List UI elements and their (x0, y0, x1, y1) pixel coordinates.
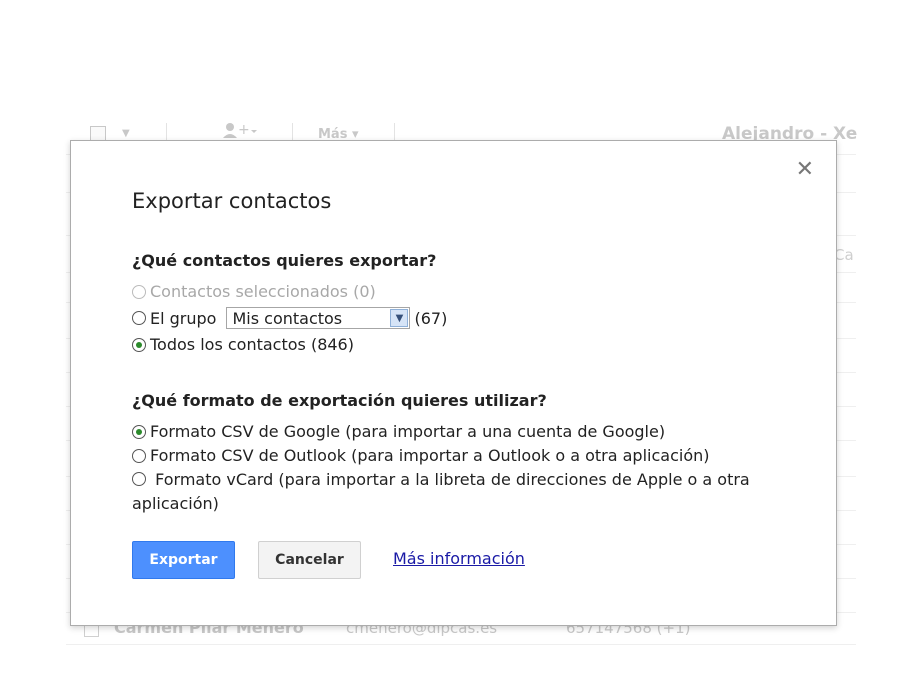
group-select-value: Mis contactos (232, 308, 343, 328)
close-icon[interactable]: ✕ (796, 159, 814, 181)
radio-google-csv[interactable] (132, 424, 146, 439)
option-all-contacts[interactable]: Todos los contactos (846) (132, 335, 354, 354)
radio-outlook-csv[interactable] (132, 448, 146, 463)
option-vcard[interactable]: Formato vCard (para importar a la libret… (132, 468, 792, 516)
option-all-contacts-label: Todos los contactos (846) (150, 335, 354, 354)
group-count: (67) (414, 308, 448, 328)
radio-selected-contacts (132, 284, 146, 299)
more-info-link[interactable]: Más información (393, 549, 525, 568)
contacts-question: ¿Qué contactos quieres exportar? (132, 251, 437, 270)
option-group-label: El grupo (150, 308, 217, 328)
format-question: ¿Qué formato de exportación quieres util… (132, 391, 547, 410)
option-vcard-label: Formato vCard (para importar a la libret… (132, 470, 750, 513)
divider (66, 644, 856, 645)
export-contacts-dialog: ✕ Exportar contactos ¿Qué contactos quie… (70, 140, 837, 626)
cancel-button[interactable]: Cancelar (258, 541, 361, 579)
radio-vcard[interactable] (132, 472, 146, 486)
group-select[interactable]: Mis contactos ▼ (226, 307, 411, 329)
chevron-down-icon[interactable]: ▼ (390, 309, 409, 327)
option-outlook-csv-label: Formato CSV de Outlook (para importar a … (150, 446, 710, 465)
svg-text:+: + (238, 122, 250, 138)
option-google-csv[interactable]: Formato CSV de Google (para importar a u… (132, 422, 665, 441)
option-group[interactable]: El grupo Mis contactos ▼ (67) (132, 307, 447, 329)
option-google-csv-label: Formato CSV de Google (para importar a u… (150, 422, 666, 441)
option-selected-contacts: Contactos seleccionados (0) (132, 282, 376, 301)
export-button[interactable]: Exportar (132, 541, 235, 579)
option-outlook-csv[interactable]: Formato CSV de Outlook (para importar a … (132, 446, 710, 465)
dialog-title: Exportar contactos (132, 189, 332, 213)
radio-all-contacts[interactable] (132, 337, 146, 352)
select-caret-icon[interactable]: ▼ (122, 128, 130, 139)
radio-group[interactable] (132, 311, 146, 325)
option-selected-contacts-label: Contactos seleccionados (0) (150, 282, 376, 301)
